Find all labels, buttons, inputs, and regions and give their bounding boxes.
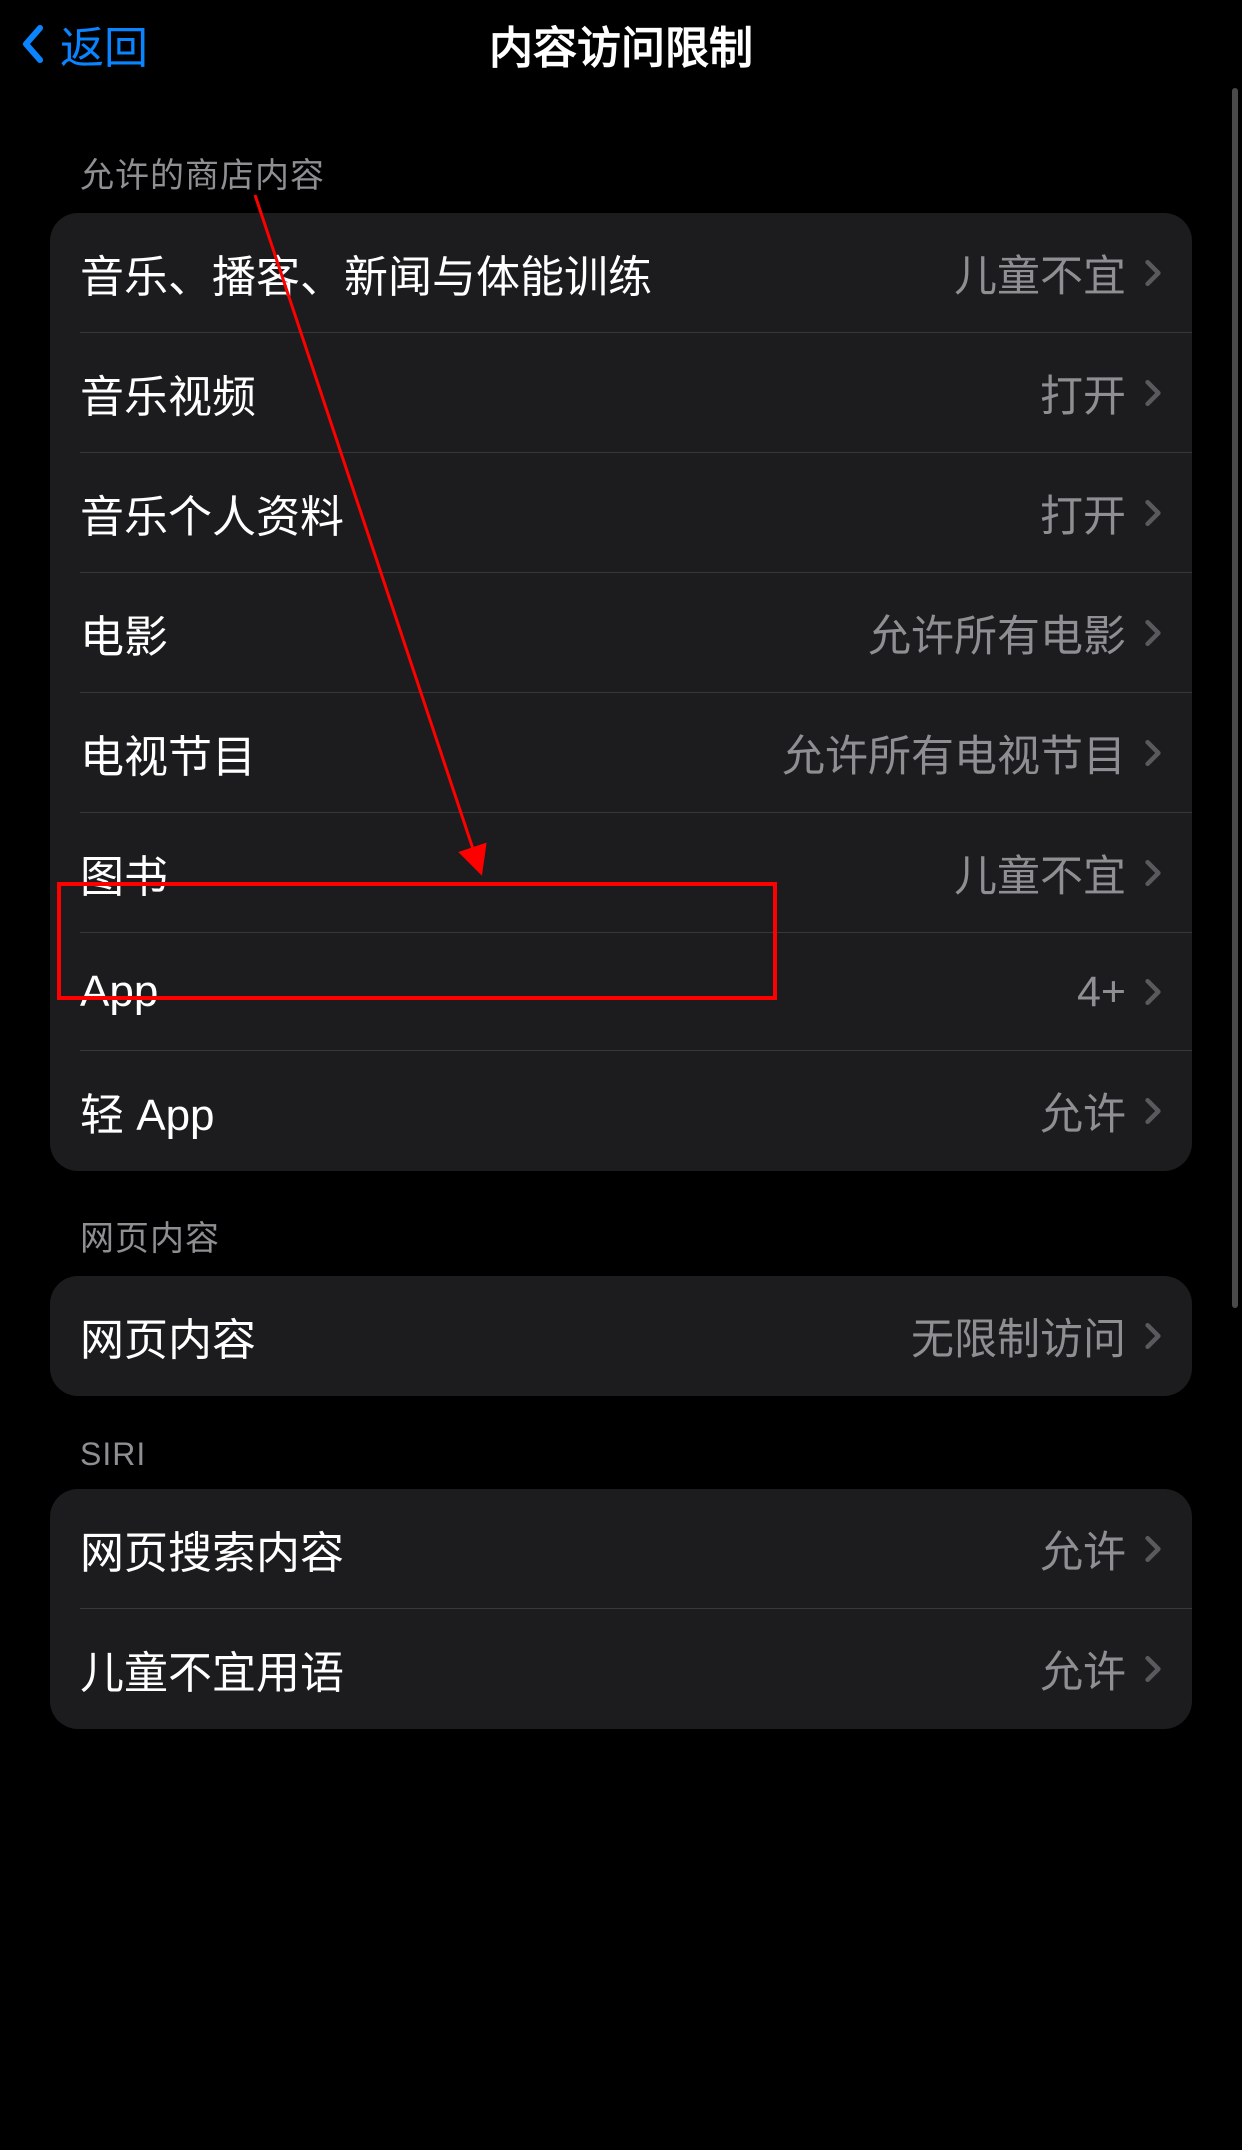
chevron-right-icon [1144, 738, 1162, 768]
row-value: 打开 [1040, 362, 1126, 424]
settings-group-siri: 网页搜索内容 允许 儿童不宜用语 允许 [50, 1489, 1192, 1729]
back-label: 返回 [60, 12, 148, 76]
row-label: 音乐、播客、新闻与体能训练 [80, 241, 652, 305]
chevron-right-icon [1144, 618, 1162, 648]
chevron-right-icon [1144, 1534, 1162, 1564]
chevron-right-icon [1144, 1321, 1162, 1351]
page-title: 内容访问限制 [489, 12, 753, 76]
row-value: 儿童不宜 [954, 242, 1126, 304]
row-label: 轻 App [80, 1079, 215, 1143]
section-header-web-content: 网页内容 [50, 1171, 1192, 1276]
chevron-right-icon [1144, 1654, 1162, 1684]
row-value: 打开 [1040, 482, 1126, 544]
row-app[interactable]: App 4+ [50, 933, 1192, 1051]
chevron-right-icon [1144, 498, 1162, 528]
chevron-right-icon [1144, 258, 1162, 288]
row-label: 音乐个人资料 [80, 481, 344, 545]
row-value: 允许所有电视节目 [782, 722, 1126, 784]
row-label: 网页搜索内容 [80, 1517, 344, 1581]
row-tv-shows[interactable]: 电视节目 允许所有电视节目 [50, 693, 1192, 813]
row-explicit-language[interactable]: 儿童不宜用语 允许 [50, 1609, 1192, 1729]
row-value: 无限制访问 [911, 1305, 1126, 1367]
section-header-siri: SIRI [50, 1396, 1192, 1489]
chevron-right-icon [1144, 858, 1162, 888]
chevron-left-icon [20, 23, 44, 65]
row-label: 电影 [80, 601, 168, 665]
section-header-store-content: 允许的商店内容 [50, 108, 1192, 213]
settings-group-store-content: 音乐、播客、新闻与体能训练 儿童不宜 音乐视频 打开 音乐个人资料 打开 电影 … [50, 213, 1192, 1171]
row-music-videos[interactable]: 音乐视频 打开 [50, 333, 1192, 453]
row-music-podcasts-news-fitness[interactable]: 音乐、播客、新闻与体能训练 儿童不宜 [50, 213, 1192, 333]
row-value: 允许 [1040, 1080, 1126, 1142]
chevron-right-icon [1144, 1096, 1162, 1126]
settings-scroll-area[interactable]: 允许的商店内容 音乐、播客、新闻与体能训练 儿童不宜 音乐视频 打开 音乐个人资… [0, 108, 1242, 2150]
row-value: 允许所有电影 [868, 602, 1126, 664]
row-value: 允许 [1040, 1638, 1126, 1700]
row-label: 儿童不宜用语 [80, 1637, 344, 1701]
row-value: 允许 [1040, 1518, 1126, 1580]
row-label: 音乐视频 [80, 361, 256, 425]
navigation-header: 返回 内容访问限制 [0, 0, 1242, 88]
row-app-clips[interactable]: 轻 App 允许 [50, 1051, 1192, 1171]
row-label: App [80, 967, 158, 1017]
settings-group-web-content: 网页内容 无限制访问 [50, 1276, 1192, 1396]
row-web-search-content[interactable]: 网页搜索内容 允许 [50, 1489, 1192, 1609]
row-label: 网页内容 [80, 1304, 256, 1368]
row-value: 儿童不宜 [954, 842, 1126, 904]
row-movies[interactable]: 电影 允许所有电影 [50, 573, 1192, 693]
row-label: 电视节目 [80, 721, 256, 785]
chevron-right-icon [1144, 378, 1162, 408]
row-label: 图书 [80, 841, 168, 905]
row-value: 4+ [1077, 968, 1126, 1017]
row-music-profile[interactable]: 音乐个人资料 打开 [50, 453, 1192, 573]
chevron-right-icon [1144, 977, 1162, 1007]
row-web-content[interactable]: 网页内容 无限制访问 [50, 1276, 1192, 1396]
scrollbar-track [1232, 88, 1238, 1308]
back-button[interactable]: 返回 [20, 12, 148, 76]
row-books[interactable]: 图书 儿童不宜 [50, 813, 1192, 933]
